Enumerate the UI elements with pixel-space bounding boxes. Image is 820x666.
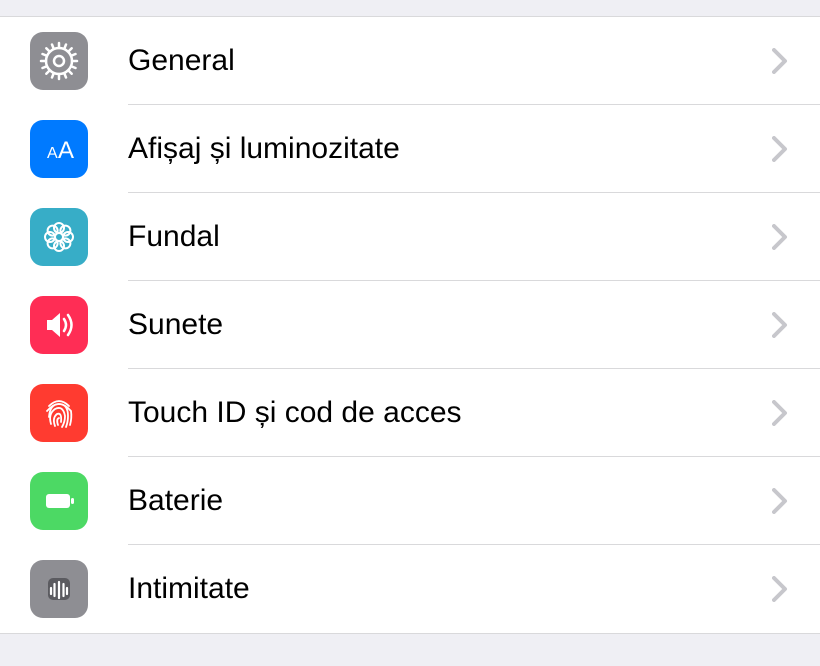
row-label: Sunete	[128, 308, 772, 342]
svg-text:A: A	[47, 145, 58, 162]
svg-text:A: A	[58, 137, 74, 164]
chevron-right-icon	[772, 576, 788, 602]
fingerprint-icon	[30, 384, 88, 442]
row-label: Afișaj și luminozitate	[128, 132, 772, 166]
settings-row-battery[interactable]: Baterie	[0, 457, 820, 545]
chevron-right-icon	[772, 312, 788, 338]
row-label: General	[128, 44, 772, 78]
settings-list: General A A Afișaj și luminozitate	[0, 16, 820, 634]
sound-icon	[30, 296, 88, 354]
chevron-right-icon	[772, 224, 788, 250]
battery-icon	[30, 472, 88, 530]
settings-row-general[interactable]: General	[0, 17, 820, 105]
settings-row-privacy[interactable]: Intimitate	[0, 545, 820, 633]
chevron-right-icon	[772, 400, 788, 426]
privacy-icon	[30, 560, 88, 618]
settings-row-sounds[interactable]: Sunete	[0, 281, 820, 369]
row-label: Touch ID și cod de acces	[128, 396, 772, 430]
text-size-icon: A A	[30, 120, 88, 178]
row-label: Intimitate	[128, 572, 772, 606]
settings-row-touchid[interactable]: Touch ID și cod de acces	[0, 369, 820, 457]
chevron-right-icon	[772, 488, 788, 514]
gear-icon	[30, 32, 88, 90]
chevron-right-icon	[772, 48, 788, 74]
row-label: Fundal	[128, 220, 772, 254]
settings-row-display[interactable]: A A Afișaj și luminozitate	[0, 105, 820, 193]
chevron-right-icon	[772, 136, 788, 162]
row-label: Baterie	[128, 484, 772, 518]
settings-row-wallpaper[interactable]: Fundal	[0, 193, 820, 281]
wallpaper-icon	[30, 208, 88, 266]
